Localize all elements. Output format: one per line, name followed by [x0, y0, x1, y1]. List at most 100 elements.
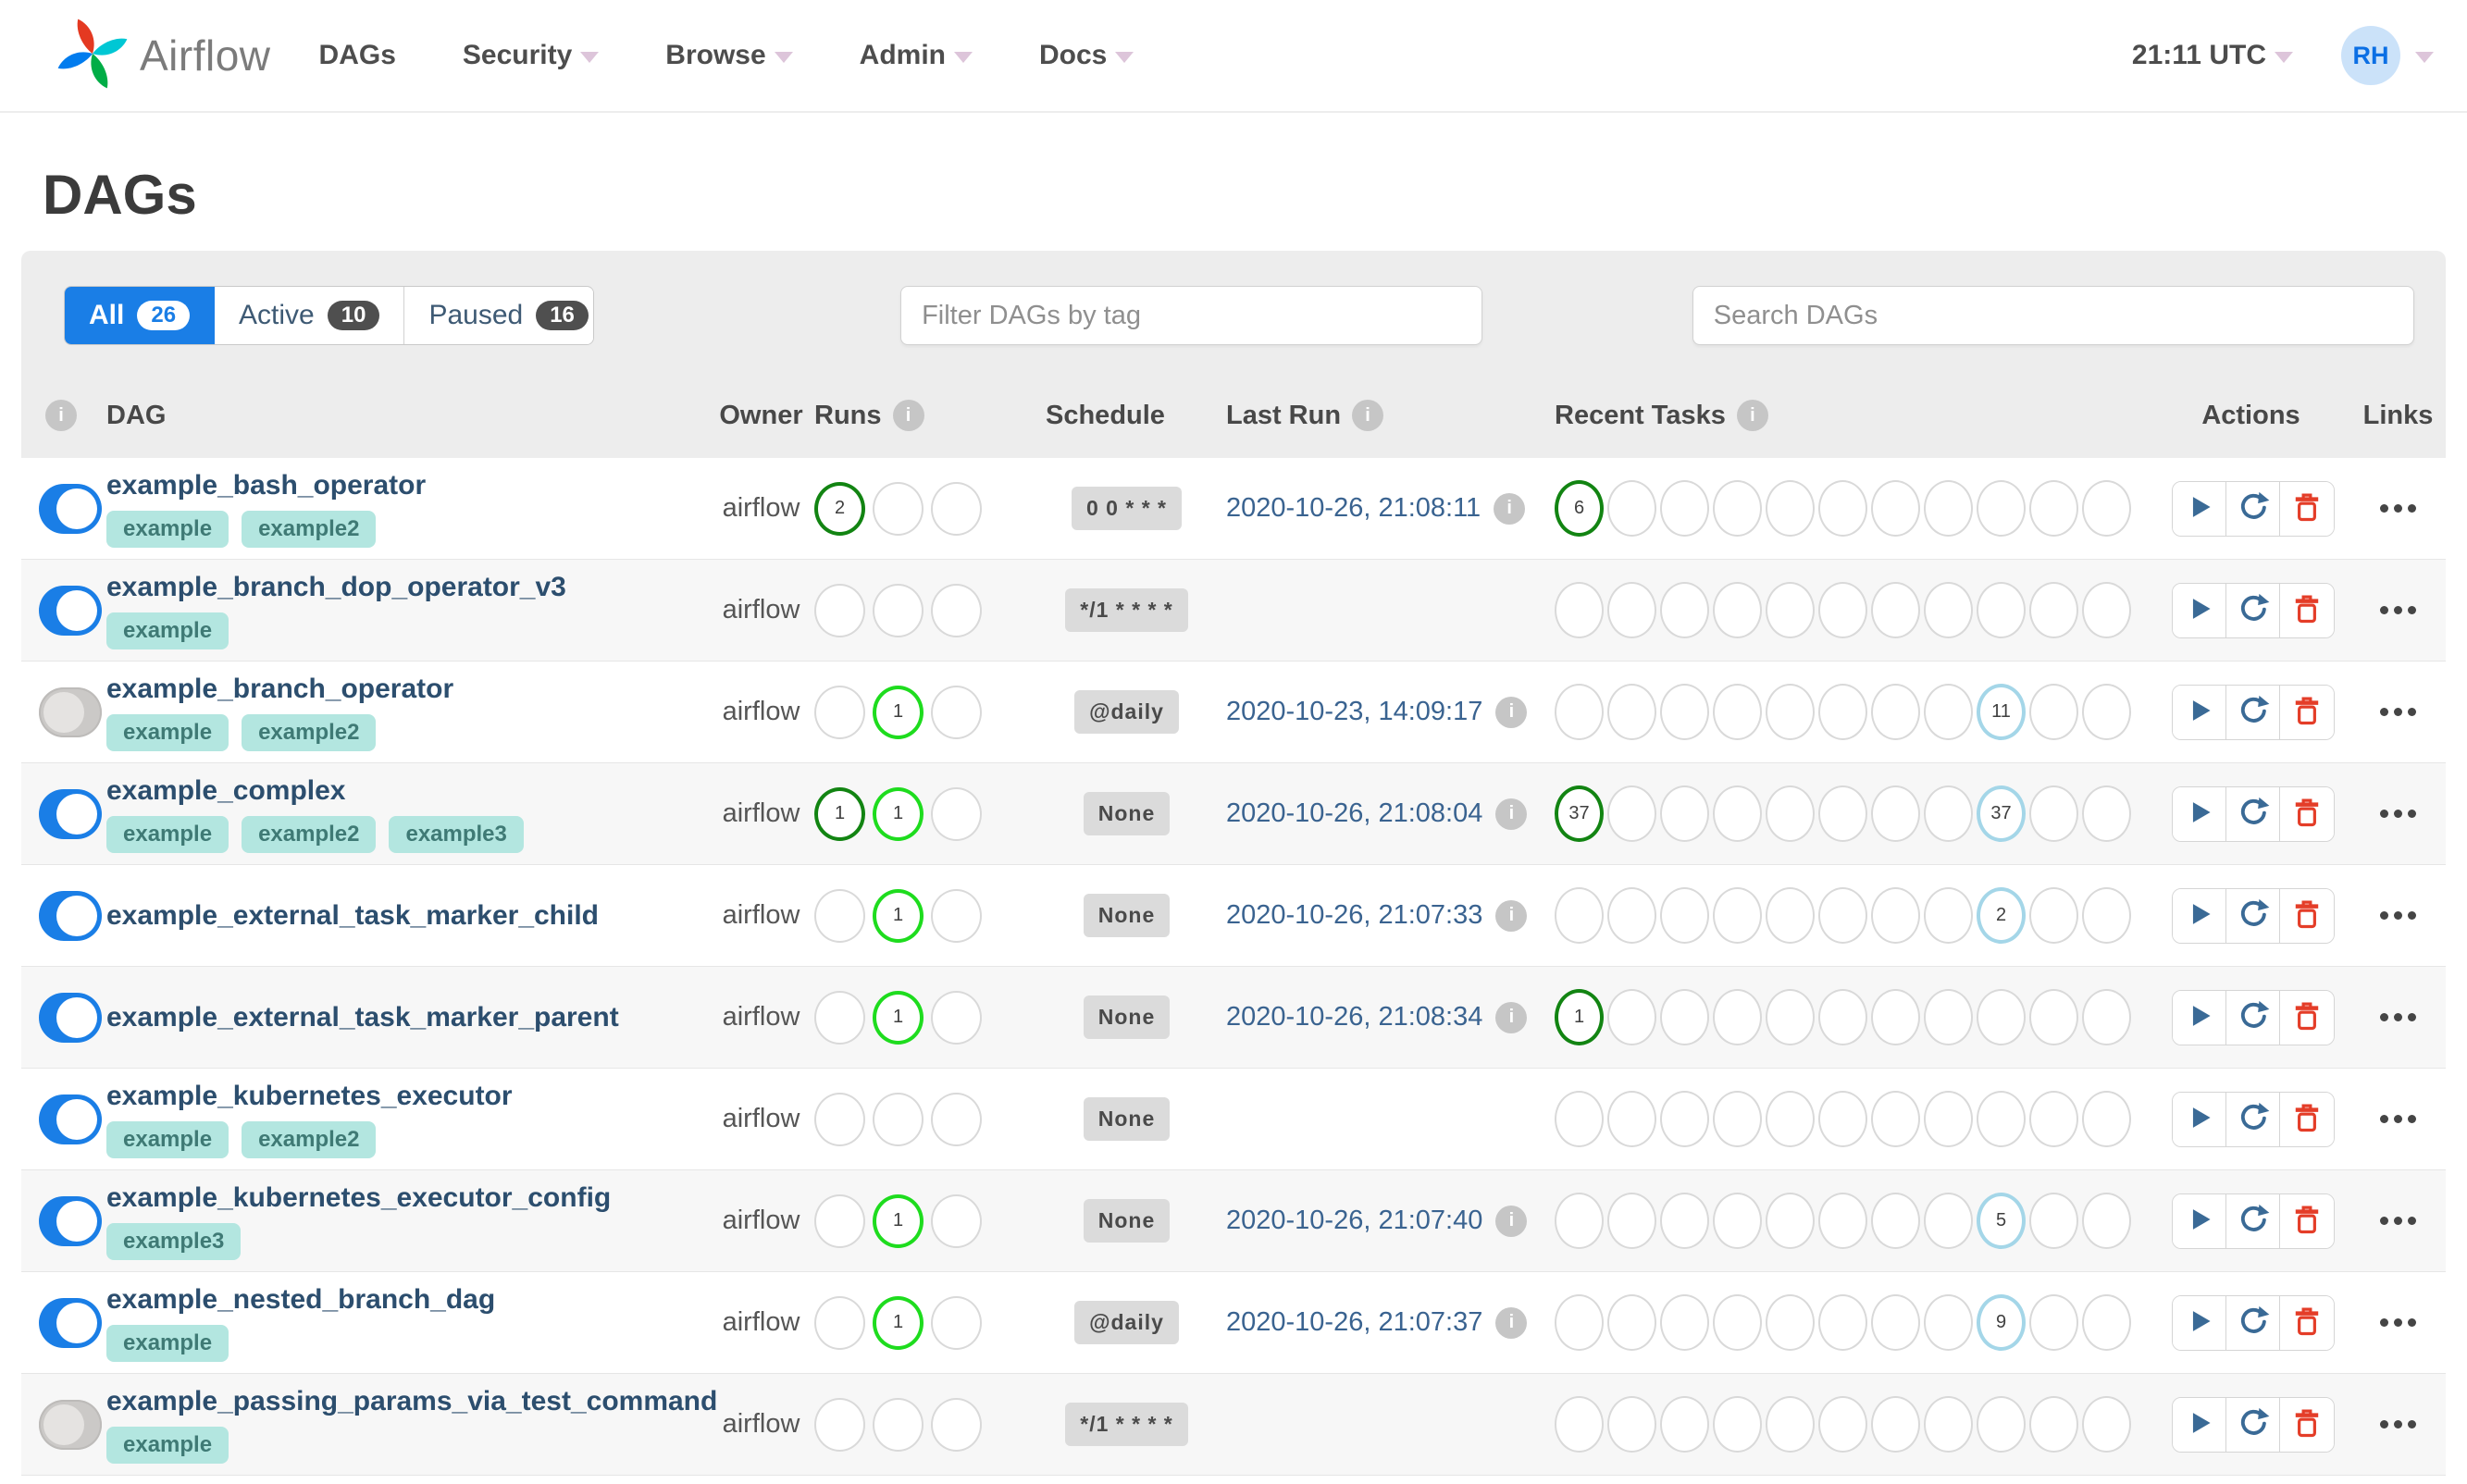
- brand[interactable]: Airflow: [53, 14, 271, 98]
- links-button[interactable]: [2371, 1411, 2425, 1438]
- dag-tag[interactable]: example: [106, 612, 229, 649]
- refresh-dag-button[interactable]: [2226, 685, 2280, 739]
- schedule-badge[interactable]: */1 * * * *: [1065, 1403, 1188, 1446]
- dag-name-link[interactable]: example_nested_branch_dag: [106, 1284, 495, 1316]
- dag-pause-toggle[interactable]: [39, 1399, 102, 1450]
- schedule-badge[interactable]: @daily: [1074, 690, 1179, 734]
- nav-item-security[interactable]: Security: [463, 40, 600, 71]
- delete-dag-button[interactable]: [2280, 888, 2334, 943]
- search-input[interactable]: [1692, 286, 2414, 345]
- dag-tag[interactable]: example3: [106, 1222, 242, 1260]
- schedule-badge[interactable]: 0 0 * * *: [1072, 487, 1182, 530]
- last-run-link[interactable]: 2020-10-26, 21:07:37: [1226, 1307, 1482, 1338]
- dag-pause-toggle[interactable]: [39, 585, 102, 636]
- run-state-circle-success[interactable]: 2: [814, 481, 865, 536]
- user-menu[interactable]: RH: [2341, 26, 2434, 85]
- task-state-circle-success[interactable]: 37: [1555, 785, 1604, 842]
- schedule-badge[interactable]: None: [1083, 1097, 1171, 1141]
- schedule-badge[interactable]: @daily: [1074, 1301, 1179, 1344]
- dag-tag[interactable]: example: [106, 510, 229, 548]
- trigger-dag-button[interactable]: [2173, 1397, 2226, 1452]
- dag-pause-toggle[interactable]: [39, 1195, 102, 1246]
- dag-name-link[interactable]: example_external_task_marker_child: [106, 900, 599, 932]
- delete-dag-button[interactable]: [2280, 786, 2334, 841]
- schedule-badge[interactable]: None: [1083, 996, 1171, 1039]
- dag-tag[interactable]: example2: [242, 713, 377, 751]
- dag-tag[interactable]: example: [106, 815, 229, 853]
- schedule-badge[interactable]: None: [1083, 894, 1171, 937]
- tab-all[interactable]: All 26: [65, 287, 216, 344]
- task-state-circle-none[interactable]: 11: [1977, 684, 2026, 740]
- run-state-circle-running[interactable]: 1: [873, 1193, 924, 1248]
- last-run-link[interactable]: 2020-10-26, 21:07:40: [1226, 1206, 1482, 1236]
- run-state-circle-running[interactable]: 1: [873, 786, 924, 841]
- links-button[interactable]: [2371, 1309, 2425, 1336]
- links-button[interactable]: [2371, 495, 2425, 522]
- tab-paused[interactable]: Paused 16: [404, 287, 594, 344]
- tag-filter-input[interactable]: [900, 286, 1482, 345]
- dag-pause-toggle[interactable]: [39, 1094, 102, 1144]
- refresh-dag-button[interactable]: [2226, 786, 2280, 841]
- dag-tag[interactable]: example2: [242, 1120, 377, 1158]
- delete-dag-button[interactable]: [2280, 1193, 2334, 1248]
- dag-name-link[interactable]: example_complex: [106, 775, 345, 807]
- trigger-dag-button[interactable]: [2173, 786, 2226, 841]
- dag-name-link[interactable]: example_branch_dop_operator_v3: [106, 572, 566, 603]
- nav-item-browse[interactable]: Browse: [665, 40, 793, 71]
- links-button[interactable]: [2371, 597, 2425, 624]
- refresh-dag-button[interactable]: [2226, 1092, 2280, 1146]
- dag-tag[interactable]: example: [106, 1426, 229, 1464]
- dag-pause-toggle[interactable]: [39, 483, 102, 534]
- trigger-dag-button[interactable]: [2173, 583, 2226, 637]
- refresh-dag-button[interactable]: [2226, 1193, 2280, 1248]
- dag-tag[interactable]: example: [106, 1120, 229, 1158]
- dag-name-link[interactable]: example_external_task_marker_parent: [106, 1002, 619, 1033]
- trigger-dag-button[interactable]: [2173, 1193, 2226, 1248]
- dag-pause-toggle[interactable]: [39, 788, 102, 839]
- run-state-circle-running[interactable]: 1: [873, 990, 924, 1045]
- links-button[interactable]: [2371, 800, 2425, 827]
- dag-name-link[interactable]: example_branch_operator: [106, 674, 453, 705]
- last-run-link[interactable]: 2020-10-26, 21:08:34: [1226, 1002, 1482, 1033]
- task-state-circle-none[interactable]: 9: [1977, 1294, 2026, 1351]
- delete-dag-button[interactable]: [2280, 481, 2334, 536]
- refresh-dag-button[interactable]: [2226, 888, 2280, 943]
- column-header-schedule[interactable]: Schedule: [1027, 401, 1226, 431]
- delete-dag-button[interactable]: [2280, 990, 2334, 1045]
- schedule-badge[interactable]: */1 * * * *: [1065, 588, 1188, 632]
- run-state-circle-running[interactable]: 1: [873, 685, 924, 739]
- delete-dag-button[interactable]: [2280, 1295, 2334, 1350]
- dag-pause-toggle[interactable]: [39, 992, 102, 1043]
- links-button[interactable]: [2371, 1004, 2425, 1031]
- refresh-dag-button[interactable]: [2226, 1397, 2280, 1452]
- dag-name-link[interactable]: example_kubernetes_executor: [106, 1081, 513, 1112]
- last-run-link[interactable]: 2020-10-23, 14:09:17: [1226, 697, 1482, 727]
- tab-active[interactable]: Active 10: [215, 287, 405, 344]
- task-state-circle-success[interactable]: 6: [1555, 480, 1604, 537]
- refresh-dag-button[interactable]: [2226, 481, 2280, 536]
- dag-name-link[interactable]: example_bash_operator: [106, 470, 426, 501]
- links-button[interactable]: [2371, 1106, 2425, 1132]
- dag-tag[interactable]: example2: [242, 815, 377, 853]
- links-button[interactable]: [2371, 1207, 2425, 1234]
- clock-dropdown[interactable]: 21:11 UTC: [2132, 40, 2293, 71]
- refresh-dag-button[interactable]: [2226, 990, 2280, 1045]
- last-run-link[interactable]: 2020-10-26, 21:08:04: [1226, 798, 1482, 829]
- refresh-dag-button[interactable]: [2226, 1295, 2280, 1350]
- nav-item-dags[interactable]: DAGs: [319, 40, 396, 71]
- dag-name-link[interactable]: example_kubernetes_executor_config: [106, 1182, 611, 1214]
- nav-item-admin[interactable]: Admin: [860, 40, 973, 71]
- trigger-dag-button[interactable]: [2173, 685, 2226, 739]
- trigger-dag-button[interactable]: [2173, 990, 2226, 1045]
- delete-dag-button[interactable]: [2280, 685, 2334, 739]
- trigger-dag-button[interactable]: [2173, 1092, 2226, 1146]
- last-run-link[interactable]: 2020-10-26, 21:07:33: [1226, 900, 1482, 931]
- dag-pause-toggle[interactable]: [39, 890, 102, 941]
- dag-name-link[interactable]: example_passing_params_via_test_command: [106, 1386, 717, 1417]
- schedule-badge[interactable]: None: [1083, 1199, 1171, 1243]
- dag-tag[interactable]: example2: [242, 510, 377, 548]
- trigger-dag-button[interactable]: [2173, 1295, 2226, 1350]
- dag-pause-toggle[interactable]: [39, 686, 102, 737]
- task-state-circle-none[interactable]: 5: [1977, 1193, 2026, 1249]
- run-state-circle-running[interactable]: 1: [873, 888, 924, 943]
